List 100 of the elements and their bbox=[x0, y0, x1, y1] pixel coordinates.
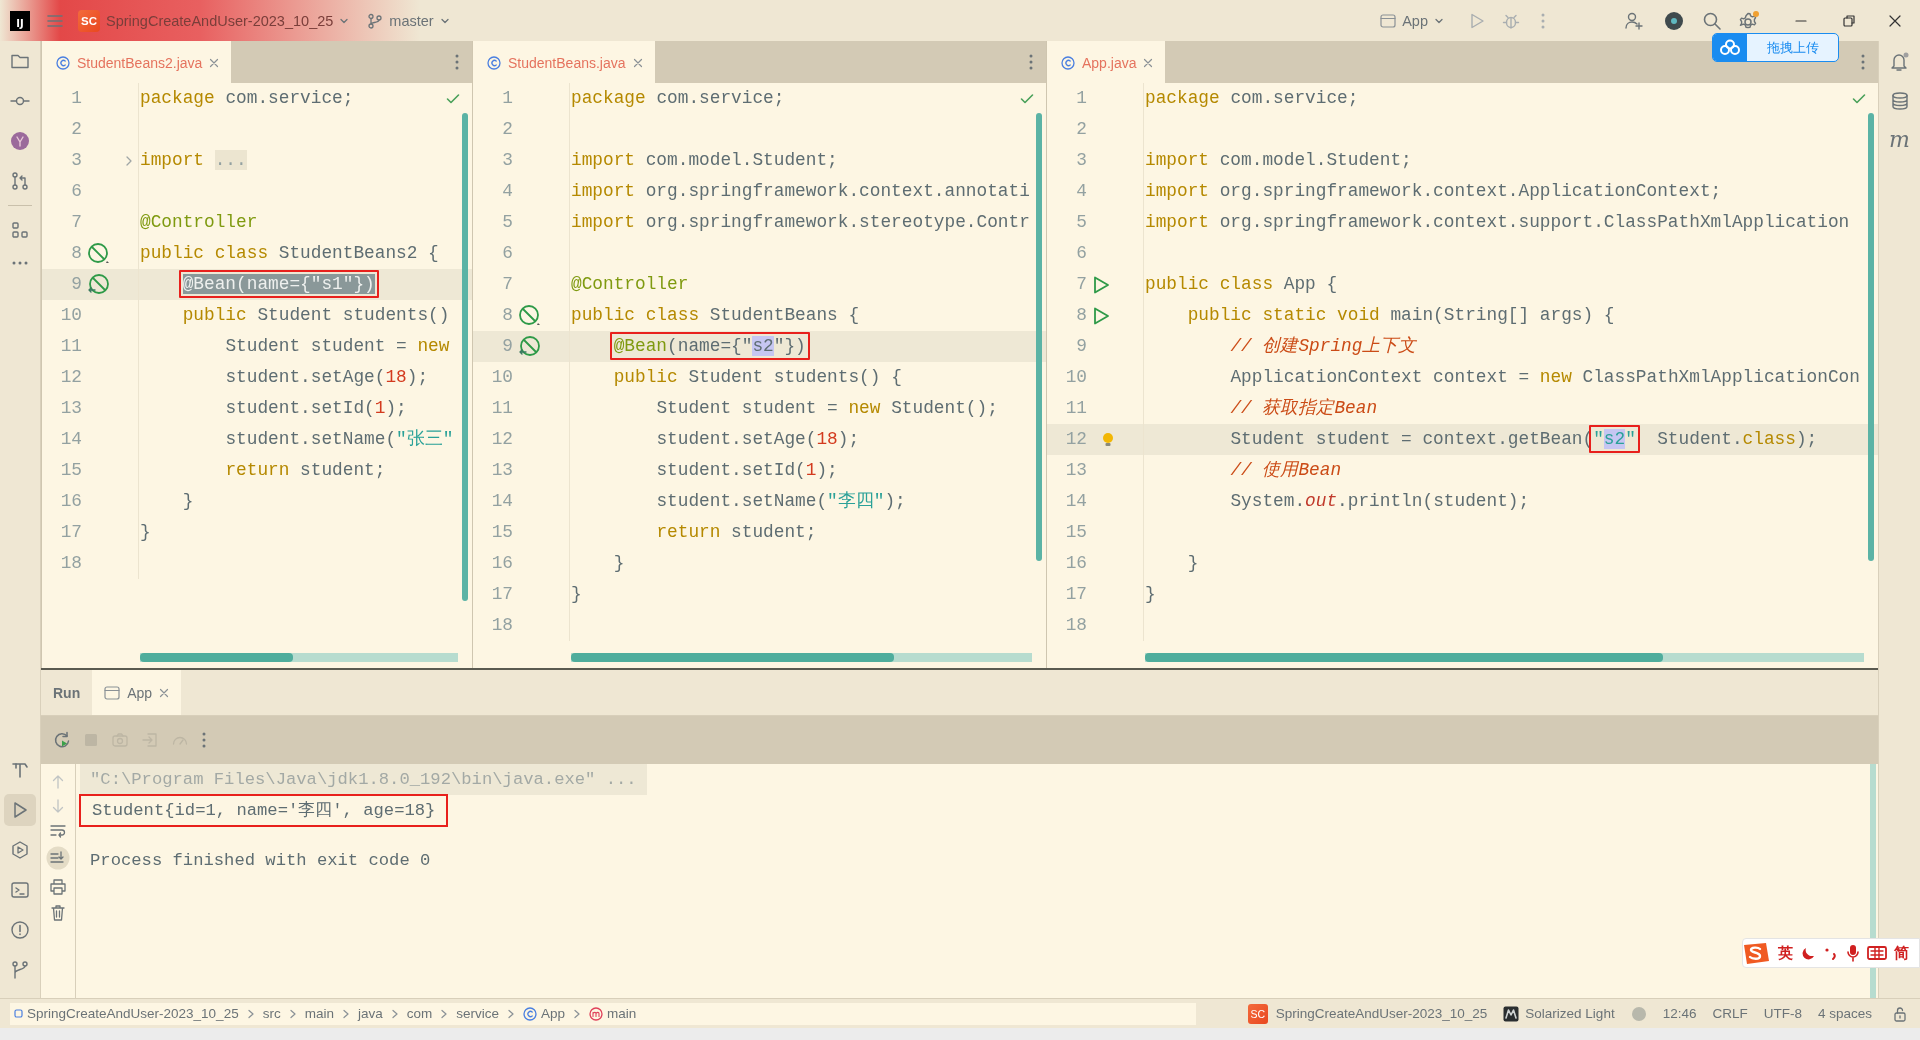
horizontal-scrollbar[interactable] bbox=[140, 653, 458, 662]
close-icon[interactable] bbox=[1888, 13, 1902, 28]
theme-selector[interactable]: Solarized Light bbox=[1503, 1005, 1615, 1022]
chevron-right-icon bbox=[573, 1008, 581, 1019]
restore-icon[interactable] bbox=[1842, 13, 1856, 28]
moon-icon[interactable] bbox=[1800, 945, 1816, 961]
maven-button[interactable]: m bbox=[1889, 129, 1910, 151]
upload-button[interactable]: 拖拽上传 bbox=[1712, 33, 1839, 62]
run-gutter-icon[interactable] bbox=[1091, 305, 1111, 326]
cursor-position[interactable]: 12:46 bbox=[1662, 1006, 1697, 1021]
input-method-toolbar[interactable]: 英 简 bbox=[1742, 938, 1920, 968]
line-number: 10 bbox=[1064, 366, 1087, 389]
add-user-icon[interactable] bbox=[1624, 10, 1644, 31]
editor-tab[interactable]: StudentBeans.java bbox=[473, 41, 655, 83]
breadcrumb[interactable]: src bbox=[262, 1006, 281, 1021]
language-toggle[interactable]: 英 bbox=[1778, 943, 1793, 963]
plugin-avatar-icon[interactable] bbox=[10, 131, 30, 151]
more-icon[interactable] bbox=[454, 53, 460, 71]
scrollbar-thumb[interactable] bbox=[1868, 113, 1874, 561]
script-toggle[interactable]: 简 bbox=[1894, 943, 1909, 963]
scroll-to-end-icon[interactable] bbox=[46, 846, 70, 870]
scrollbar-track[interactable] bbox=[1870, 764, 1876, 998]
code-line: // 创建Spring上下文 bbox=[1229, 335, 1417, 358]
line-number: 9 bbox=[1075, 335, 1087, 358]
breadcrumb[interactable]: service bbox=[456, 1006, 499, 1021]
breadcrumb[interactable]: SpringCreateAndUser-2023_10_25 bbox=[14, 1006, 239, 1021]
more-icon[interactable] bbox=[1540, 11, 1546, 30]
code-line: student.setName("张三" bbox=[224, 428, 454, 451]
close-tab-icon[interactable] bbox=[209, 58, 220, 68]
chevron-right-icon bbox=[341, 1008, 350, 1019]
line-number: 16 bbox=[59, 490, 82, 513]
line-number: 13 bbox=[59, 397, 82, 420]
database-icon[interactable] bbox=[1889, 91, 1910, 111]
line-separator[interactable]: CRLF bbox=[1712, 1006, 1748, 1021]
notification-bell-icon[interactable] bbox=[1888, 51, 1911, 73]
line-number: 7 bbox=[70, 211, 82, 234]
terminal-icon[interactable] bbox=[10, 880, 30, 900]
pull-request-icon[interactable] bbox=[10, 171, 30, 191]
breadcrumb[interactable]: java bbox=[357, 1006, 383, 1021]
console-line: Student{id=1, name='李四', age=18} bbox=[80, 795, 448, 826]
line-number: 12 bbox=[490, 428, 513, 451]
code-line: student.setName("李四"); bbox=[655, 490, 906, 513]
close-tab-icon[interactable] bbox=[1143, 58, 1154, 68]
rerun-icon[interactable] bbox=[53, 731, 71, 749]
input-method-logo-icon[interactable] bbox=[1741, 941, 1771, 965]
structure-icon[interactable] bbox=[10, 220, 30, 240]
line-number: 6 bbox=[1075, 242, 1087, 265]
line-number: 14 bbox=[490, 490, 513, 513]
indent-setting[interactable]: 4 spaces bbox=[1817, 1006, 1872, 1021]
fold-chevron-icon[interactable] bbox=[124, 154, 134, 167]
breadcrumb[interactable]: main bbox=[304, 1006, 334, 1021]
code-line: import org.springframework.context.ApplicationContext; bbox=[1144, 180, 1722, 203]
run-gutter-icon[interactable] bbox=[1091, 274, 1111, 295]
branch-selector[interactable]: master bbox=[367, 12, 450, 29]
more-icon[interactable] bbox=[201, 731, 207, 749]
keyboard-icon[interactable] bbox=[1867, 945, 1887, 961]
more-icon[interactable] bbox=[1860, 53, 1866, 71]
editor-tab[interactable]: App.java bbox=[1047, 41, 1166, 83]
search-icon[interactable] bbox=[1702, 10, 1722, 31]
run-config-selector[interactable]: App bbox=[1380, 12, 1444, 29]
code-line: public static void main(String[] args) { bbox=[1186, 304, 1615, 327]
chevron-right-icon bbox=[440, 1008, 449, 1019]
breadcrumb[interactable]: com bbox=[406, 1006, 433, 1021]
chevron-right-icon bbox=[246, 1008, 255, 1019]
horizontal-scrollbar[interactable] bbox=[571, 653, 1032, 662]
microphone-icon[interactable] bbox=[1846, 944, 1860, 962]
scrollbar-thumb[interactable] bbox=[462, 113, 468, 601]
close-tab-icon[interactable] bbox=[159, 687, 170, 698]
breadcrumb[interactable]: main bbox=[589, 1006, 637, 1021]
class-icon bbox=[1061, 56, 1075, 70]
run-tab[interactable]: App bbox=[92, 670, 182, 715]
code-line: Student student = context.getBean("s2" Student.class); bbox=[1144, 424, 1818, 455]
code-line: System.out.println(student); bbox=[1229, 490, 1530, 513]
line-number: 18 bbox=[490, 614, 513, 637]
trash-icon[interactable] bbox=[50, 904, 66, 922]
code-line: Student student = new Student(); bbox=[655, 397, 998, 420]
more-icon[interactable] bbox=[11, 260, 29, 266]
more-icon[interactable] bbox=[1028, 53, 1034, 71]
print-icon[interactable] bbox=[49, 878, 67, 896]
file-encoding[interactable]: UTF-8 bbox=[1763, 1006, 1802, 1021]
hammer-icon[interactable] bbox=[10, 760, 30, 780]
close-tab-icon[interactable] bbox=[632, 58, 643, 68]
code-line: ApplicationContext context = new ClassPathXmlApplicationCon bbox=[1229, 366, 1860, 389]
code-line: import com.model.Student; bbox=[1144, 149, 1412, 172]
lightbulb-icon[interactable] bbox=[1101, 431, 1115, 448]
scrollbar-thumb[interactable] bbox=[1036, 113, 1042, 561]
horizontal-scrollbar[interactable] bbox=[1145, 653, 1864, 662]
code-line: student.setId(1); bbox=[655, 459, 838, 482]
soft-wrap-icon[interactable] bbox=[49, 822, 67, 838]
line-number: 13 bbox=[490, 459, 513, 482]
run-icon[interactable] bbox=[1468, 11, 1486, 30]
services-icon[interactable] bbox=[10, 840, 30, 860]
line-number: 8 bbox=[70, 242, 82, 265]
editor-tab[interactable]: StudentBeans2.java bbox=[42, 41, 232, 83]
lock-icon[interactable] bbox=[1892, 1005, 1908, 1022]
git-branch-icon[interactable] bbox=[10, 960, 30, 980]
avatar-icon[interactable] bbox=[1664, 10, 1684, 31]
line-number: 7 bbox=[501, 273, 513, 296]
problems-icon[interactable] bbox=[10, 920, 30, 940]
breadcrumb[interactable]: App bbox=[522, 1006, 565, 1021]
